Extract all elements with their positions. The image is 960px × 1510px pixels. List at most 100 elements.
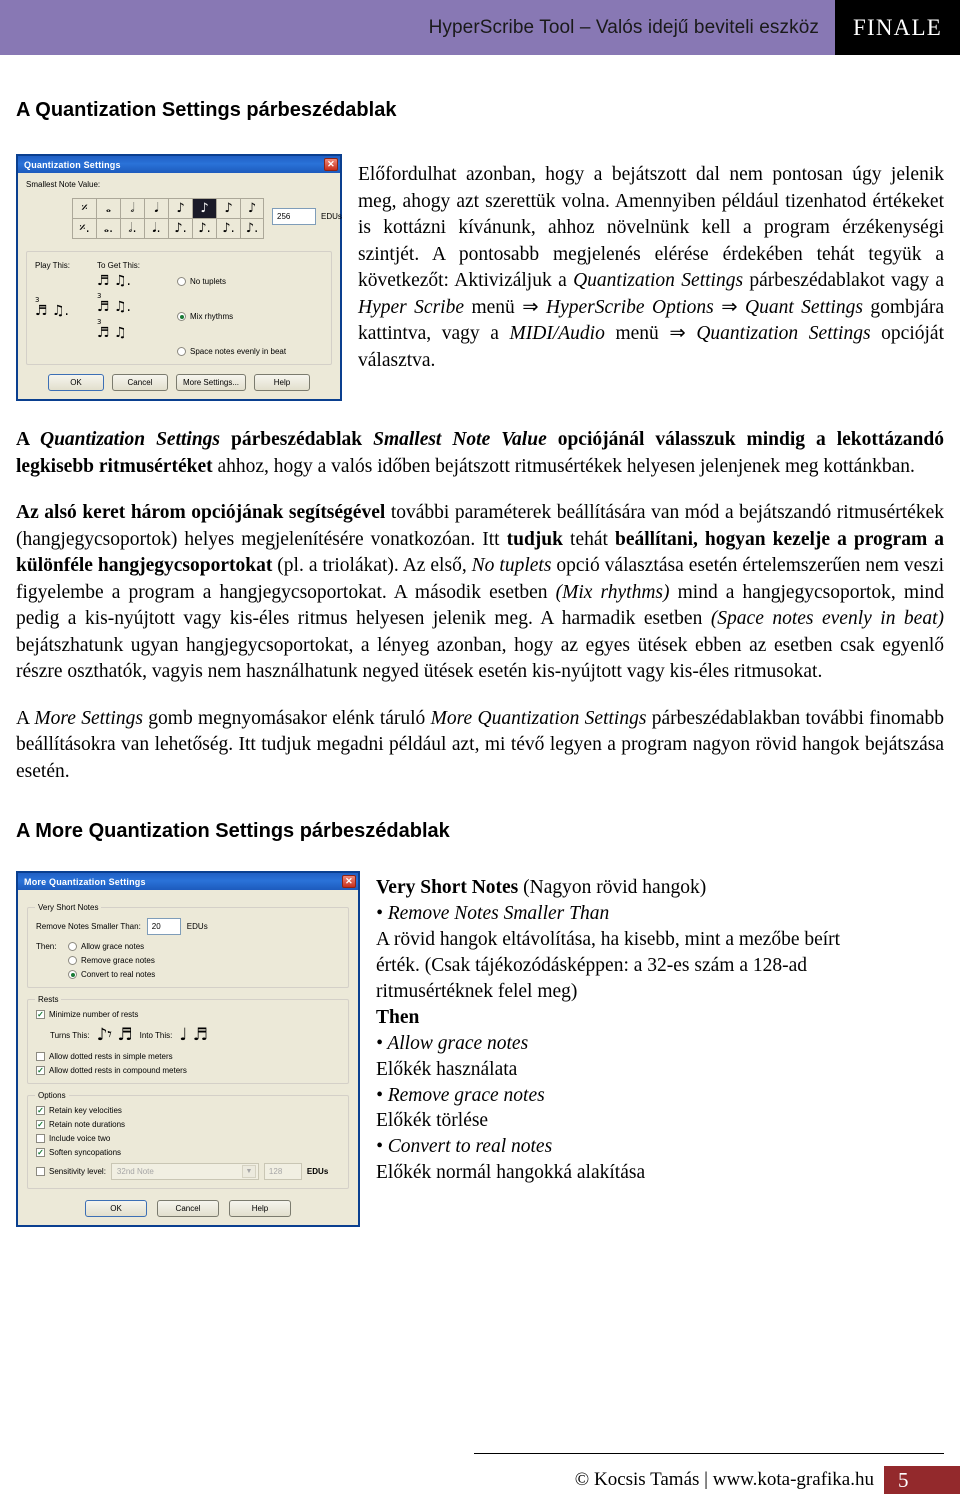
radio-dot-icon — [68, 970, 77, 980]
radio-remove-grace-notes[interactable]: Remove grace notes — [68, 956, 155, 966]
note-button-whole-dotted[interactable]: 𝅝. — [96, 218, 120, 239]
checkbox-dotted-rests-compound[interactable]: ✓ Allow dotted rests in compound meters — [36, 1066, 340, 1076]
reference-line-8: Előkék használata — [376, 1058, 518, 1080]
note-button-breve-dotted[interactable]: 𝄎. — [72, 218, 96, 239]
lower-normal-2: tehát — [563, 528, 615, 550]
intro-text-6: menü ⇒ — [604, 323, 697, 345]
more-quantization-block: More Quantization Settings ✕ Very Short … — [16, 871, 944, 1228]
ok-button[interactable]: OK — [47, 374, 104, 391]
reference-list: Very Short Notes (Nagyon rövid hangok) •… — [376, 875, 944, 1186]
remove-notes-input[interactable]: 20 — [146, 918, 181, 936]
note-button-thirtysecond-dotted[interactable]: ♪. — [216, 218, 240, 239]
intro-text-2: párbeszédablakot vagy a — [743, 270, 945, 292]
checkbox-label: Allow dotted rests in simple meters — [49, 1052, 173, 1062]
radio-dot-icon — [177, 347, 186, 356]
intro-text-4: ⇒ — [713, 296, 745, 318]
reference-line-10: Előkék törlése — [376, 1110, 489, 1132]
reference-line-12: Előkék normál hangokká alakítása — [376, 1162, 646, 1184]
radio-no-tuplets[interactable]: No tuplets — [177, 277, 323, 286]
page-header: HyperScribe Tool – Valós idejű beviteli … — [0, 0, 960, 55]
lower-italic-3: (Space notes evenly in beat) — [710, 608, 944, 630]
radio-space-notes-evenly[interactable]: Space notes evenly in beat — [177, 347, 323, 356]
radio-allow-grace-notes[interactable]: Allow grace notes — [68, 942, 155, 952]
sensitivity-edus-input[interactable]: 128 — [263, 1163, 302, 1181]
intro-italic-2: Hyper Scribe — [358, 296, 464, 318]
cancel-button[interactable]: Cancel — [111, 374, 168, 391]
page-number-badge: 5 — [884, 1466, 960, 1494]
note-button-sixtyfourth[interactable]: ♪ — [240, 198, 264, 219]
header-title: HyperScribe Tool – Valós idejű beviteli … — [428, 16, 819, 38]
more-quantization-dialog-wrapper: More Quantization Settings ✕ Very Short … — [16, 871, 360, 1228]
checkbox-soften-syncopations[interactable]: ✓ Soften syncopations — [36, 1148, 340, 1158]
checkbox-sensitivity-level[interactable]: Sensitivity level: — [36, 1167, 106, 1177]
checkbox-icon: ✓ — [36, 1119, 45, 1130]
checkbox-icon — [36, 1167, 45, 1177]
rest-conversion-illustration: Turns This: ♪𝄾 ♬ Into This: ♩ ♬ — [50, 1027, 340, 1044]
radio-label: Allow grace notes — [81, 942, 145, 952]
edus-input[interactable]: 256 — [272, 208, 316, 225]
to-get-this-notation-2: ♬ ♫. — [97, 299, 132, 315]
help-button[interactable]: Help — [229, 1200, 291, 1218]
intro-text-column: Előfordulhat azonban, hogy a bejátszott … — [342, 154, 944, 374]
note-button-sixteenth-selected[interactable]: ♪ — [192, 198, 216, 219]
dialog-titlebar: Quantization Settings ✕ — [18, 156, 340, 173]
checkbox-dotted-rests-simple[interactable]: Allow dotted rests in simple meters — [36, 1052, 340, 1062]
radio-label: No tuplets — [190, 277, 227, 286]
play-this-label: Play This: — [35, 261, 70, 270]
turns-this-label: Turns This: — [50, 1031, 90, 1041]
note-button-eighth[interactable]: ♪ — [168, 198, 192, 219]
sensitivity-select-value: 32nd Note — [116, 1167, 154, 1177]
quantization-settings-block: Quantization Settings ✕ Smallest Note Va… — [16, 154, 944, 401]
checkbox-retain-key-velocities[interactable]: ✓ Retain key velocities — [36, 1105, 340, 1116]
dialog-title: Quantization Settings — [24, 159, 121, 170]
more-normal-1: A — [16, 707, 35, 729]
lower-italic-2: (Mix rhythms) — [555, 581, 670, 603]
to-get-this-notation-1: ♬ ♫. — [97, 273, 132, 289]
note-button-quarter[interactable]: 𝅘𝅥 — [144, 198, 168, 219]
note-button-half[interactable]: 𝅗𝅥 — [120, 198, 144, 219]
note-button-breve[interactable]: 𝄎 — [72, 198, 96, 219]
edus-label: EDUs — [186, 922, 208, 932]
edus-field-row: 256 EDUs — [272, 208, 342, 225]
help-button[interactable]: Help — [254, 374, 311, 391]
note-button-quarter-dotted[interactable]: 𝅘𝅥. — [144, 218, 168, 239]
turns-this-notation: ♪𝄾 ♬ — [96, 1025, 133, 1046]
tuplet-options-group: Play This: 3 ♬ ♫. To Get This: ♬ ♫. 3 ♬ … — [26, 251, 332, 365]
very-short-notes-group: Very Short Notes Remove Notes Smaller Th… — [27, 903, 349, 989]
close-icon[interactable]: ✕ — [342, 875, 356, 889]
sensitivity-level-select[interactable]: 32nd Note ▼ — [110, 1163, 259, 1181]
note-button-whole[interactable]: 𝅝 — [96, 198, 120, 219]
intro-text-3: menü ⇒ — [464, 296, 546, 318]
footer-divider — [474, 1453, 944, 1454]
checkbox-label: Soften syncopations — [49, 1148, 122, 1158]
checkbox-label: Retain note durations — [49, 1120, 126, 1130]
radio-mix-rhythms[interactable]: Mix rhythms — [177, 312, 323, 321]
options-group: Options ✓ Retain key velocities ✓ Retain… — [27, 1091, 349, 1190]
note-value-row-plain: 𝄎 𝅝 𝅗𝅥 𝅘𝅥 ♪ ♪ ♪ ♪ — [72, 198, 264, 219]
note-button-sixteenth-dotted[interactable]: ♪. — [192, 218, 216, 239]
more-settings-button[interactable]: More Settings... — [175, 374, 247, 391]
note-button-eighth-dotted[interactable]: ♪. — [168, 218, 192, 239]
body-paragraphs: A Quantization Settings párbeszédablak S… — [16, 427, 944, 785]
reference-list-column: Very Short Notes (Nagyon rövid hangok) •… — [360, 871, 944, 1186]
note-value-row-dotted: 𝄎. 𝅝. 𝅗𝅥. 𝅘𝅥. ♪. ♪. ♪. ♪. — [72, 218, 264, 239]
cancel-button[interactable]: Cancel — [157, 1200, 219, 1218]
checkbox-minimize-rests[interactable]: ✓ Minimize number of rests — [36, 1010, 340, 1020]
checkbox-retain-note-durations[interactable]: ✓ Retain note durations — [36, 1119, 340, 1130]
note-button-sixtyfourth-dotted[interactable]: ♪. — [240, 218, 264, 239]
lower-normal-3: (pl. a triolákat). Az első, — [272, 555, 472, 577]
note-button-thirtysecond[interactable]: ♪ — [216, 198, 240, 219]
lower-bold-1: Az alsó keret három opciójának segítségé… — [16, 502, 386, 524]
note-button-half-dotted[interactable]: 𝅗𝅥. — [120, 218, 144, 239]
checkbox-include-voice-two[interactable]: Include voice two — [36, 1134, 340, 1144]
checkbox-icon: ✓ — [36, 1105, 45, 1116]
close-icon[interactable]: ✕ — [324, 158, 338, 171]
group-label: Very Short Notes — [35, 903, 102, 913]
ok-button[interactable]: OK — [85, 1200, 147, 1218]
reference-line-11: • Convert to real notes — [376, 1136, 553, 1158]
group-label: Rests — [35, 995, 62, 1005]
play-this-notation: ♬ ♫. — [35, 303, 70, 319]
note-value-button-grid: 𝄎 𝅝 𝅗𝅥 𝅘𝅥 ♪ ♪ ♪ ♪ 𝄎. 𝅝. 𝅗𝅥. 𝅘𝅥. ♪. ♪. ♪.… — [72, 198, 264, 239]
footer-inner: © Kocsis Tamás | www.kota-grafika.hu 5 — [575, 1466, 960, 1494]
radio-convert-to-real-notes[interactable]: Convert to real notes — [68, 970, 155, 980]
